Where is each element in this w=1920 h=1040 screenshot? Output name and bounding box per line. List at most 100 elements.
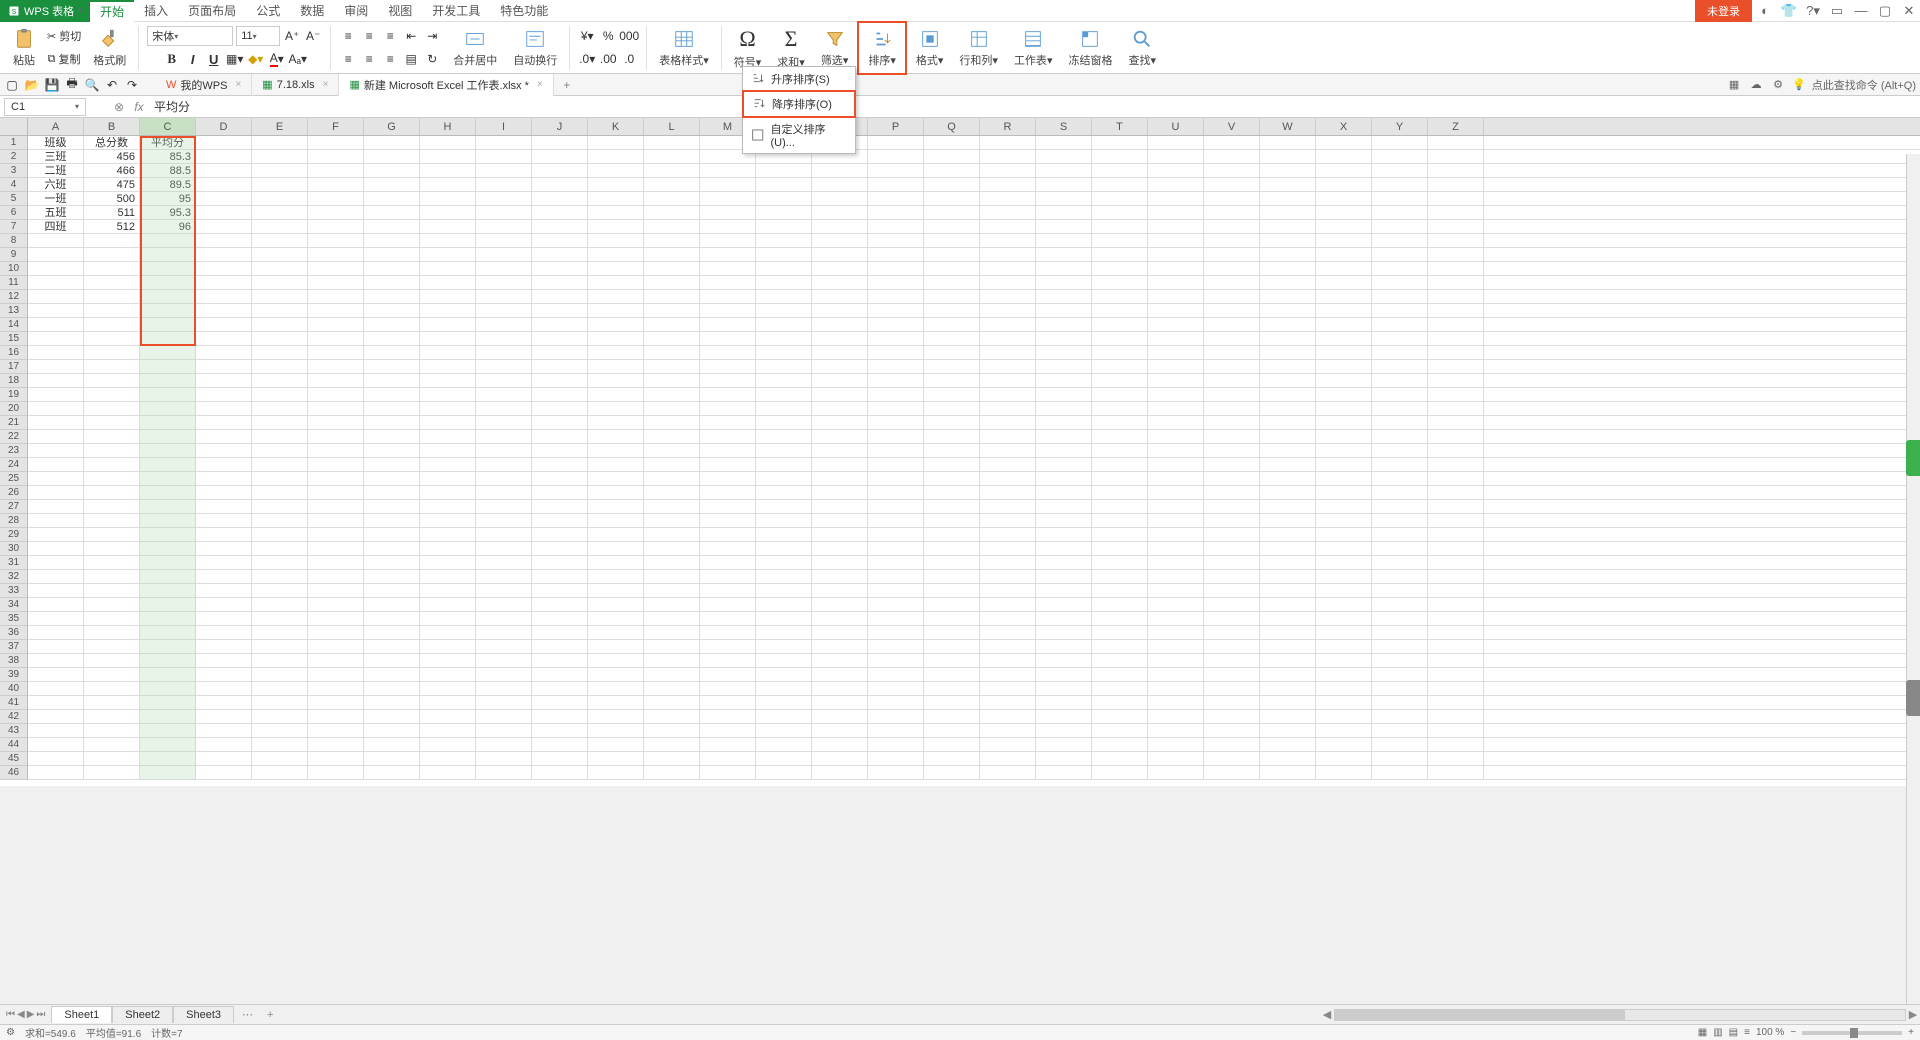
orient-button[interactable]: ↻ bbox=[423, 50, 441, 68]
cell-K3[interactable] bbox=[588, 164, 644, 177]
cell-L19[interactable] bbox=[644, 388, 700, 401]
grow-font-button[interactable]: A⁺ bbox=[283, 27, 301, 45]
side-tab-green[interactable] bbox=[1906, 440, 1920, 476]
cell-Y8[interactable] bbox=[1372, 234, 1428, 247]
row-header-41[interactable]: 41 bbox=[0, 696, 27, 710]
cell-R11[interactable] bbox=[980, 276, 1036, 289]
cell-L35[interactable] bbox=[644, 612, 700, 625]
help-icon[interactable]: ?▾ bbox=[1802, 0, 1824, 22]
cell-U46[interactable] bbox=[1148, 766, 1204, 779]
row-header-23[interactable]: 23 bbox=[0, 444, 27, 458]
cell-W18[interactable] bbox=[1260, 374, 1316, 387]
cell-F17[interactable] bbox=[308, 360, 364, 373]
align-mid-button[interactable]: ≡ bbox=[360, 27, 378, 45]
cell-Q32[interactable] bbox=[924, 570, 980, 583]
cell-J10[interactable] bbox=[532, 262, 588, 275]
cell-M25[interactable] bbox=[700, 472, 756, 485]
cell-J36[interactable] bbox=[532, 626, 588, 639]
cell-U25[interactable] bbox=[1148, 472, 1204, 485]
cell-E28[interactable] bbox=[252, 514, 308, 527]
cell-P16[interactable] bbox=[868, 346, 924, 359]
freeze-button[interactable]: 冻结窗格 bbox=[1064, 26, 1116, 70]
cell-S22[interactable] bbox=[1036, 430, 1092, 443]
cell-R26[interactable] bbox=[980, 486, 1036, 499]
cell-Y26[interactable] bbox=[1372, 486, 1428, 499]
cell-W40[interactable] bbox=[1260, 682, 1316, 695]
cell-D45[interactable] bbox=[196, 752, 252, 765]
cell-Y33[interactable] bbox=[1372, 584, 1428, 597]
skin-icon[interactable]: ◐ bbox=[1754, 0, 1776, 22]
cell-E23[interactable] bbox=[252, 444, 308, 457]
cell-N13[interactable] bbox=[756, 304, 812, 317]
cell-D2[interactable] bbox=[196, 150, 252, 163]
cell-O15[interactable] bbox=[812, 332, 868, 345]
cell-G28[interactable] bbox=[364, 514, 420, 527]
cell-Y2[interactable] bbox=[1372, 150, 1428, 163]
col-header-S[interactable]: S bbox=[1036, 118, 1092, 135]
cell-N24[interactable] bbox=[756, 458, 812, 471]
cell-X3[interactable] bbox=[1316, 164, 1372, 177]
cell-A41[interactable] bbox=[28, 696, 84, 709]
cell-D27[interactable] bbox=[196, 500, 252, 513]
cell-X29[interactable] bbox=[1316, 528, 1372, 541]
tablestyle-button[interactable]: 表格样式▾ bbox=[655, 26, 713, 70]
cell-J35[interactable] bbox=[532, 612, 588, 625]
cell-Z41[interactable] bbox=[1428, 696, 1484, 709]
cell-F12[interactable] bbox=[308, 290, 364, 303]
cell-C17[interactable] bbox=[140, 360, 196, 373]
cell-D22[interactable] bbox=[196, 430, 252, 443]
cell-W20[interactable] bbox=[1260, 402, 1316, 415]
cell-N12[interactable] bbox=[756, 290, 812, 303]
cell-N40[interactable] bbox=[756, 682, 812, 695]
cell-S39[interactable] bbox=[1036, 668, 1092, 681]
cell-S26[interactable] bbox=[1036, 486, 1092, 499]
cell-O5[interactable] bbox=[812, 192, 868, 205]
cell-Q7[interactable] bbox=[924, 220, 980, 233]
cell-X34[interactable] bbox=[1316, 598, 1372, 611]
cell-P22[interactable] bbox=[868, 430, 924, 443]
col-header-P[interactable]: P bbox=[868, 118, 924, 135]
cell-M4[interactable] bbox=[700, 178, 756, 191]
cell-J17[interactable] bbox=[532, 360, 588, 373]
cell-A42[interactable] bbox=[28, 710, 84, 723]
cell-W21[interactable] bbox=[1260, 416, 1316, 429]
cell-P5[interactable] bbox=[868, 192, 924, 205]
cell-I44[interactable] bbox=[476, 738, 532, 751]
cell-J37[interactable] bbox=[532, 640, 588, 653]
cell-C29[interactable] bbox=[140, 528, 196, 541]
row-header-13[interactable]: 13 bbox=[0, 304, 27, 318]
row-header-27[interactable]: 27 bbox=[0, 500, 27, 514]
cell-C25[interactable] bbox=[140, 472, 196, 485]
indent-dec-button[interactable]: ⇤ bbox=[402, 27, 420, 45]
cell-Y43[interactable] bbox=[1372, 724, 1428, 737]
cell-G3[interactable] bbox=[364, 164, 420, 177]
cell-Y15[interactable] bbox=[1372, 332, 1428, 345]
cell-M34[interactable] bbox=[700, 598, 756, 611]
cell-G6[interactable] bbox=[364, 206, 420, 219]
cell-M22[interactable] bbox=[700, 430, 756, 443]
cell-Z29[interactable] bbox=[1428, 528, 1484, 541]
cell-T46[interactable] bbox=[1092, 766, 1148, 779]
cell-G7[interactable] bbox=[364, 220, 420, 233]
cell-P6[interactable] bbox=[868, 206, 924, 219]
cell-V39[interactable] bbox=[1204, 668, 1260, 681]
cell-N21[interactable] bbox=[756, 416, 812, 429]
cell-F28[interactable] bbox=[308, 514, 364, 527]
cell-X26[interactable] bbox=[1316, 486, 1372, 499]
cell-K2[interactable] bbox=[588, 150, 644, 163]
cell-Q23[interactable] bbox=[924, 444, 980, 457]
cell-J31[interactable] bbox=[532, 556, 588, 569]
cell-L10[interactable] bbox=[644, 262, 700, 275]
cell-D23[interactable] bbox=[196, 444, 252, 457]
menu-公式[interactable]: 公式 bbox=[246, 0, 290, 22]
cell-U26[interactable] bbox=[1148, 486, 1204, 499]
fillcolor-button[interactable]: ◆▾ bbox=[247, 50, 265, 68]
cell-B34[interactable] bbox=[84, 598, 140, 611]
cell-R7[interactable] bbox=[980, 220, 1036, 233]
cell-M32[interactable] bbox=[700, 570, 756, 583]
cell-J20[interactable] bbox=[532, 402, 588, 415]
cell-O45[interactable] bbox=[812, 752, 868, 765]
cell-I22[interactable] bbox=[476, 430, 532, 443]
cell-I32[interactable] bbox=[476, 570, 532, 583]
cell-I43[interactable] bbox=[476, 724, 532, 737]
